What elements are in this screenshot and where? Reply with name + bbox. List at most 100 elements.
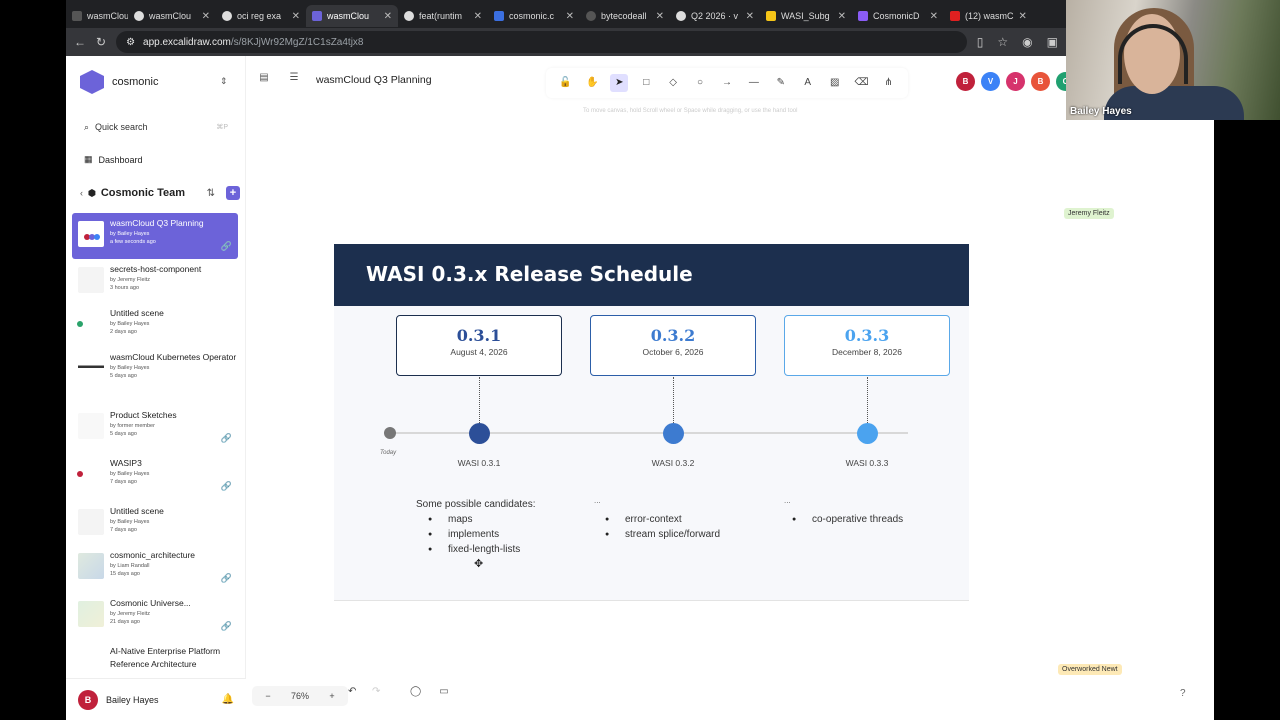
lock-icon[interactable]: 🔓 (556, 74, 574, 92)
arrow-tool-icon[interactable]: → (718, 74, 736, 92)
close-icon[interactable]: ✕ (202, 11, 210, 22)
scene-item[interactable]: secrets-host-component by Jeremy Fleitz … (72, 259, 238, 303)
extension-icon[interactable]: ▣ (1047, 35, 1058, 49)
scene-item[interactable]: Product Sketches by former member 5 days… (72, 405, 238, 453)
zoom-in-button[interactable]: + (316, 686, 348, 706)
tab-title: CosmonicD (873, 11, 920, 21)
release-card[interactable]: 0.3.3 December 8, 2026 (784, 315, 950, 376)
zoom-out-button[interactable]: − (252, 686, 284, 706)
scene-title-header[interactable]: wasmCloud Q3 Planning (316, 74, 432, 86)
diamond-tool-icon[interactable]: ◇ (664, 74, 682, 92)
link-icon[interactable]: 🔗 (221, 241, 232, 252)
slides-icon (766, 11, 776, 21)
bookmark-star-icon[interactable]: ☆ (997, 35, 1008, 49)
sidebar-item-dashboard[interactable]: ▦ Dashboard (84, 154, 143, 165)
menu-icon[interactable]: ☰ (286, 72, 302, 88)
browser-tab[interactable]: feat(runtim ✕ (398, 5, 488, 27)
quick-search[interactable]: ⌕ Quick search ⌘P (76, 116, 236, 138)
release-card[interactable]: 0.3.1 August 4, 2026 (396, 315, 562, 376)
browser-tab[interactable]: cosmonic.c ✕ (488, 5, 580, 27)
link-icon[interactable]: 🔗 (221, 573, 232, 584)
scene-author: by Bailey Hayes (110, 519, 150, 525)
chevron-left-icon[interactable]: ‹ (80, 188, 83, 198)
browser-tab[interactable]: wasmCloud (66, 5, 128, 27)
browser-tab[interactable]: WASI_Subg ✕ (760, 5, 852, 27)
close-icon[interactable]: ✕ (838, 11, 846, 22)
close-icon[interactable]: ✕ (930, 11, 938, 22)
reload-icon[interactable]: ↻ (96, 35, 106, 49)
scene-item[interactable]: wasmCloud Q3 Planning by Bailey Hayes a … (72, 213, 238, 259)
scene-item[interactable]: Untitled scene by Bailey Hayes 2 days ag… (72, 303, 238, 347)
browser-tab[interactable]: CosmonicD ✕ (852, 5, 944, 27)
browser-tab[interactable]: wasmClou ✕ (128, 5, 216, 27)
release-schedule-slide[interactable]: WASI 0.3.x Release Schedule 0.3.1 August… (334, 244, 969, 601)
selection-tool-icon[interactable]: ➤ (610, 74, 629, 92)
list-item: stream splice/forward (605, 527, 720, 542)
line-tool-icon[interactable]: — (745, 74, 763, 92)
browser-tab-active[interactable]: wasmClou ✕ (306, 5, 398, 27)
tab-title: WASI_Subg (781, 11, 830, 21)
scene-title: secrets-host-component (110, 264, 202, 274)
eraser-tool-icon[interactable]: ⌫ (853, 74, 871, 92)
redo-icon[interactable]: ↷ (372, 686, 384, 697)
zoom-level[interactable]: 76% (284, 686, 316, 706)
site-info-icon[interactable]: ⚙ (126, 37, 135, 48)
text-tool-icon[interactable]: A (799, 74, 817, 92)
scene-time: 21 days ago (110, 619, 140, 625)
present-icon[interactable]: ▭ (439, 686, 448, 697)
scene-item[interactable]: Untitled scene by Bailey Hayes 7 days ag… (72, 501, 238, 545)
undo-icon[interactable]: ↶ (348, 686, 360, 697)
link-icon[interactable]: 🔗 (221, 621, 232, 632)
browser-tab[interactable]: bytecodeall ✕ (580, 5, 670, 27)
close-icon[interactable]: ✕ (566, 11, 574, 22)
link-icon[interactable]: 🔗 (221, 481, 232, 492)
candidates-list: maps implements fixed-length-lists (428, 512, 520, 557)
scene-item[interactable]: cosmonic_architecture by Liam Randall 15… (72, 545, 238, 593)
drawing-canvas[interactable]: ▤ ☰ wasmCloud Q3 Planning 🔓 ✋ ➤ □ ◇ ○ → … (246, 56, 1214, 720)
browser-tab[interactable]: Q2 2026 · v ✕ (670, 5, 760, 27)
bell-icon[interactable]: 🔔 (222, 694, 234, 705)
close-icon[interactable]: ✕ (292, 11, 300, 22)
collaborator-avatar[interactable]: V (981, 72, 1000, 91)
image-tool-icon[interactable]: ▨ (826, 74, 844, 92)
page-icon[interactable]: ▯ (977, 35, 984, 49)
twitch-icon (858, 11, 868, 21)
ellipsis: ... (594, 496, 601, 505)
scene-title: AI-Native Enterprise Platform Reference … (110, 646, 221, 667)
close-icon[interactable]: ✕ (474, 11, 482, 22)
browser-tab[interactable]: (12) wasmC ✕ (944, 5, 1026, 27)
close-icon[interactable]: ✕ (746, 11, 754, 22)
close-icon[interactable]: ✕ (1019, 11, 1026, 22)
sort-icon[interactable]: ⇅ (207, 188, 215, 199)
chevron-updown-icon[interactable]: ⇕ (220, 76, 228, 87)
more-tools-icon[interactable]: ⋔ (880, 74, 898, 92)
scene-item[interactable]: AI-Native Enterprise Platform Reference … (72, 641, 238, 667)
address-bar[interactable]: ⚙ app.excalidraw.com/s/8KJjWr92MgZ/1C1sZ… (116, 31, 967, 53)
help-icon[interactable]: ? (1180, 688, 1186, 699)
link-icon[interactable]: 🔗 (221, 433, 232, 444)
close-icon[interactable]: ✕ (384, 11, 392, 22)
rectangle-tool-icon[interactable]: □ (637, 74, 655, 92)
release-card[interactable]: 0.3.2 October 6, 2026 (590, 315, 756, 376)
password-manager-icon[interactable]: ◉ (1022, 35, 1032, 49)
scene-item[interactable]: wasmCloud Kubernetes Operator by Bailey … (72, 347, 238, 405)
pencil-tool-icon[interactable]: ✎ (772, 74, 790, 92)
collaborator-avatar[interactable]: B (1031, 72, 1050, 91)
user-footer[interactable]: B Bailey Hayes 🔔 (66, 678, 246, 720)
browser-tab[interactable]: oci reg exa ✕ (216, 5, 306, 27)
ellipse-tool-icon[interactable]: ○ (691, 74, 709, 92)
back-icon[interactable]: ← (74, 35, 86, 49)
scene-item[interactable]: Cosmonic Universe... by Jeremy Fleitz 21… (72, 593, 238, 641)
hand-tool-icon[interactable]: ✋ (583, 74, 601, 92)
browser-actions: ▯ ☆ ◉ ▣ (977, 35, 1058, 49)
add-scene-button[interactable]: + (226, 186, 240, 200)
connector-line (673, 377, 674, 425)
comment-icon[interactable]: ◯ (410, 686, 421, 697)
scene-time: a few seconds ago (110, 239, 156, 245)
close-icon[interactable]: ✕ (656, 11, 664, 22)
collaborator-avatar[interactable]: J (1006, 72, 1025, 91)
sidebar-toggle-icon[interactable]: ▤ (256, 72, 272, 88)
scene-item[interactable]: WASIP3 by Bailey Hayes 7 days ago 🔗 (72, 453, 238, 501)
org-switcher[interactable]: cosmonic (80, 70, 158, 94)
collaborator-avatar[interactable]: B (956, 72, 975, 91)
